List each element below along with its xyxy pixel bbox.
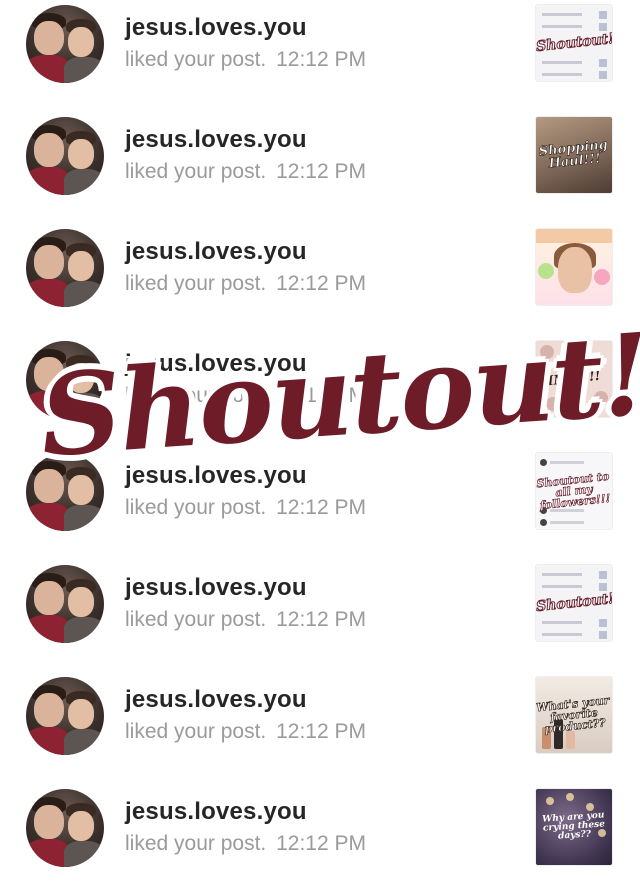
post-thumbnail[interactable]: Shoutout to all my followers!!! xyxy=(535,452,613,530)
activity-text: liked your post. 12:12 PM xyxy=(125,48,366,72)
timestamp: 12:12 PM xyxy=(276,272,366,295)
post-thumbnail[interactable]: IN ...!!! xyxy=(535,340,613,418)
avatar[interactable] xyxy=(26,5,104,83)
notification-row[interactable]: jesus.loves.you liked your post. 12:12 P… xyxy=(0,0,640,112)
post-thumbnail[interactable]: Shoutout!!! xyxy=(535,4,613,82)
avatar[interactable] xyxy=(26,677,104,755)
timestamp: 12:12 PM xyxy=(276,384,366,407)
notification-row[interactable]: jesus.loves.you liked your post. 12:12 P… xyxy=(0,336,640,448)
username[interactable]: jesus.loves.you xyxy=(125,126,307,154)
post-thumbnail[interactable]: Why are you crying these days?? xyxy=(535,788,613,866)
timestamp: 12:12 PM xyxy=(276,608,366,631)
activity-text: liked your post. 12:12 PM xyxy=(125,160,366,184)
post-thumbnail[interactable]: Shopping Haul!!! xyxy=(535,116,613,194)
timestamp: 12:12 PM xyxy=(276,496,366,519)
notification-row[interactable]: jesus.loves.you liked your post. 12:12 P… xyxy=(0,448,640,560)
username[interactable]: jesus.loves.you xyxy=(125,686,307,714)
username[interactable]: jesus.loves.you xyxy=(125,574,307,602)
notification-row[interactable]: jesus.loves.you liked your post. 12:12 P… xyxy=(0,784,640,896)
avatar[interactable] xyxy=(26,117,104,195)
notification-row[interactable]: jesus.loves.you liked your post. 12:12 P… xyxy=(0,560,640,672)
thumbnail-text: IN ...!!! xyxy=(546,368,602,390)
activity-text: liked your post. 12:12 PM xyxy=(125,496,366,520)
activity-text: liked your post. 12:12 PM xyxy=(125,384,366,408)
thumbnail-text: What's your favorite product?? xyxy=(535,693,611,736)
thumbnail-text: Shoutout to all my followers!!! xyxy=(535,469,611,513)
action-text: liked your post. xyxy=(125,832,267,855)
action-text: liked your post. xyxy=(125,272,267,295)
action-text: liked your post. xyxy=(125,720,267,743)
action-text: liked your post. xyxy=(125,160,267,183)
timestamp: 12:12 PM xyxy=(276,832,366,855)
activity-text: liked your post. 12:12 PM xyxy=(125,272,366,296)
thumbnail-text: Shoutout!!! xyxy=(535,29,613,55)
avatar[interactable] xyxy=(26,453,104,531)
post-thumbnail[interactable] xyxy=(535,228,613,306)
action-text: liked your post. xyxy=(125,608,267,631)
thumbnail-text: Shoutout!!! xyxy=(535,589,613,615)
activity-text: liked your post. 12:12 PM xyxy=(125,720,366,744)
activity-text: liked your post. 12:12 PM xyxy=(125,608,366,632)
username[interactable]: jesus.loves.you xyxy=(125,350,307,378)
thumbnail-text: Why are you crying these days?? xyxy=(541,810,606,842)
timestamp: 12:12 PM xyxy=(276,48,366,71)
timestamp: 12:12 PM xyxy=(276,160,366,183)
avatar[interactable] xyxy=(26,229,104,307)
username[interactable]: jesus.loves.you xyxy=(125,238,307,266)
avatar[interactable] xyxy=(26,565,104,643)
avatar[interactable] xyxy=(26,789,104,867)
username[interactable]: jesus.loves.you xyxy=(125,14,307,42)
activity-text: liked your post. 12:12 PM xyxy=(125,832,366,856)
action-text: liked your post. xyxy=(125,496,267,519)
avatar[interactable] xyxy=(26,341,104,419)
notification-row[interactable]: jesus.loves.you liked your post. 12:12 P… xyxy=(0,112,640,224)
timestamp: 12:12 PM xyxy=(276,720,366,743)
username[interactable]: jesus.loves.you xyxy=(125,798,307,826)
thumbnail-text: Shopping Haul!!! xyxy=(538,137,609,172)
notification-row[interactable]: jesus.loves.you liked your post. 12:12 P… xyxy=(0,224,640,336)
activity-feed: jesus.loves.you liked your post. 12:12 P… xyxy=(0,0,640,867)
username[interactable]: jesus.loves.you xyxy=(125,462,307,490)
post-thumbnail[interactable]: Shoutout!!! xyxy=(535,564,613,642)
action-text: liked your post. xyxy=(125,48,267,71)
notification-row[interactable]: jesus.loves.you liked your post. 12:12 P… xyxy=(0,672,640,784)
post-thumbnail[interactable]: What's your favorite product?? xyxy=(535,676,613,754)
action-text: liked your post. xyxy=(125,384,267,407)
